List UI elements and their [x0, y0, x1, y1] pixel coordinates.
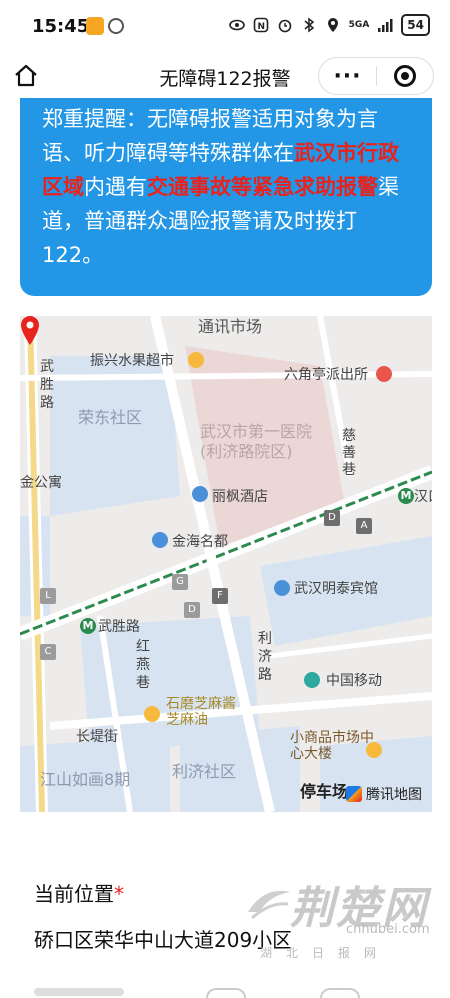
map-label-tongxun: 通讯市场	[198, 317, 263, 336]
signal-icon	[378, 19, 393, 32]
map-label-jingongyu: 金公寓	[20, 475, 62, 491]
metro-icon-hankou: M	[398, 488, 414, 504]
battery-indicator: 54	[401, 14, 430, 36]
tencent-map-logo: 腾讯地图	[346, 784, 422, 804]
exit-d-north: D	[324, 510, 340, 526]
supermarket-icon	[188, 352, 204, 368]
eye-icon	[228, 19, 245, 31]
current-location-label-text: 当前位置	[34, 882, 114, 906]
nfc-icon: N	[253, 17, 268, 33]
map-label-cishan: 慈善巷	[342, 428, 356, 478]
map-label-wusheng-road: 武胜路	[40, 359, 54, 411]
china-mobile-icon	[304, 672, 320, 688]
notice-text-2: 内遇有	[84, 175, 147, 199]
radio-option-2[interactable]	[320, 988, 360, 998]
tencent-map-icon	[346, 786, 362, 802]
map-label-china-mobile: 中国移动	[326, 673, 382, 689]
alarm-icon	[278, 19, 291, 33]
shop-icon	[144, 706, 160, 722]
hotel-icon-mingtai	[274, 580, 290, 596]
app-notification-icon	[86, 17, 104, 35]
map-label-liujiaoting: 六角亭派出所	[284, 367, 368, 383]
map-label-changdi: 长堤街	[76, 729, 118, 745]
notice-highlight-emergency: 交通事故等紧急求助报警	[147, 175, 378, 199]
map-label-liji-community: 利济社区	[172, 762, 237, 781]
map-label-liji-road: 利济路	[258, 631, 272, 683]
market-icon	[366, 742, 382, 758]
map-label-rongdong: 荣东社区	[78, 408, 143, 427]
nav-bar: 无障碍122报警 ···	[0, 52, 450, 98]
residence-icon	[152, 532, 168, 548]
map-label-hongyan: 红燕巷	[136, 639, 150, 691]
status-indicators: N 5GA 54	[228, 14, 430, 36]
next-row-label-placeholder	[34, 988, 124, 996]
map-label-shimo: 石磨芝麻酱芝麻油	[166, 696, 236, 728]
exit-a: A	[356, 518, 372, 534]
more-button[interactable]: ···	[319, 57, 376, 95]
map-label-mingtai: 武汉明泰宾馆	[294, 581, 378, 597]
chat-notification-icon	[108, 18, 124, 34]
exit-d-south: D	[184, 602, 200, 618]
metro-icon-wusheng: M	[80, 618, 96, 634]
close-icon	[393, 65, 416, 87]
exit-c: C	[40, 644, 56, 660]
hotel-icon	[192, 486, 208, 502]
map-view[interactable]: 通讯市场 武胜路 振兴水果超市 六角亭派出所 荣东社区 武汉市第一医院(利济路院…	[20, 316, 432, 812]
signal-label: 5GA	[348, 20, 370, 30]
status-time: 15:45	[32, 16, 90, 37]
location-icon	[327, 18, 338, 32]
svg-text:N: N	[257, 22, 265, 32]
status-bar: 15:45 N 5GA 54	[0, 0, 450, 52]
radio-option-1[interactable]	[206, 988, 246, 998]
map-label-lifeng: 丽枫酒店	[212, 489, 268, 505]
watermark-swirl-icon	[248, 890, 290, 920]
map-logo-text: 腾讯地图	[366, 787, 422, 803]
map-label-parking: 停车场	[300, 782, 349, 801]
map-label-hankou: 汉口	[414, 489, 432, 505]
watermark-sub: 湖北日报网	[260, 946, 391, 960]
mini-program-capsule: ···	[318, 57, 434, 95]
map-label-hospital: 武汉市第一医院(利济路院区)	[200, 422, 313, 461]
watermark: 荆楚网 cnhubei.com 湖北日报网	[242, 872, 442, 964]
map-label-jinhai: 金海名都	[172, 534, 228, 550]
notice-card: 郑重提醒：无障碍报警适用对象为言语、听力障碍等特殊群体在武汉市行政区域内遇有交通…	[20, 98, 432, 296]
watermark-url: cnhubei.com	[346, 922, 430, 937]
close-button[interactable]	[377, 57, 433, 95]
exit-f: F	[212, 588, 228, 604]
exit-g: G	[172, 574, 188, 590]
map-label-wusheng-metro: 武胜路	[98, 619, 140, 635]
location-pin-icon	[21, 316, 39, 345]
current-location-label: 当前位置*	[34, 878, 124, 907]
bluetooth-icon	[304, 17, 314, 33]
required-mark: *	[114, 882, 124, 906]
police-icon	[376, 366, 392, 382]
map-label-zhenxing: 振兴水果超市	[90, 353, 174, 369]
map-label-jiangshan: 江山如画8期	[40, 770, 131, 789]
exit-l: L	[40, 588, 56, 604]
